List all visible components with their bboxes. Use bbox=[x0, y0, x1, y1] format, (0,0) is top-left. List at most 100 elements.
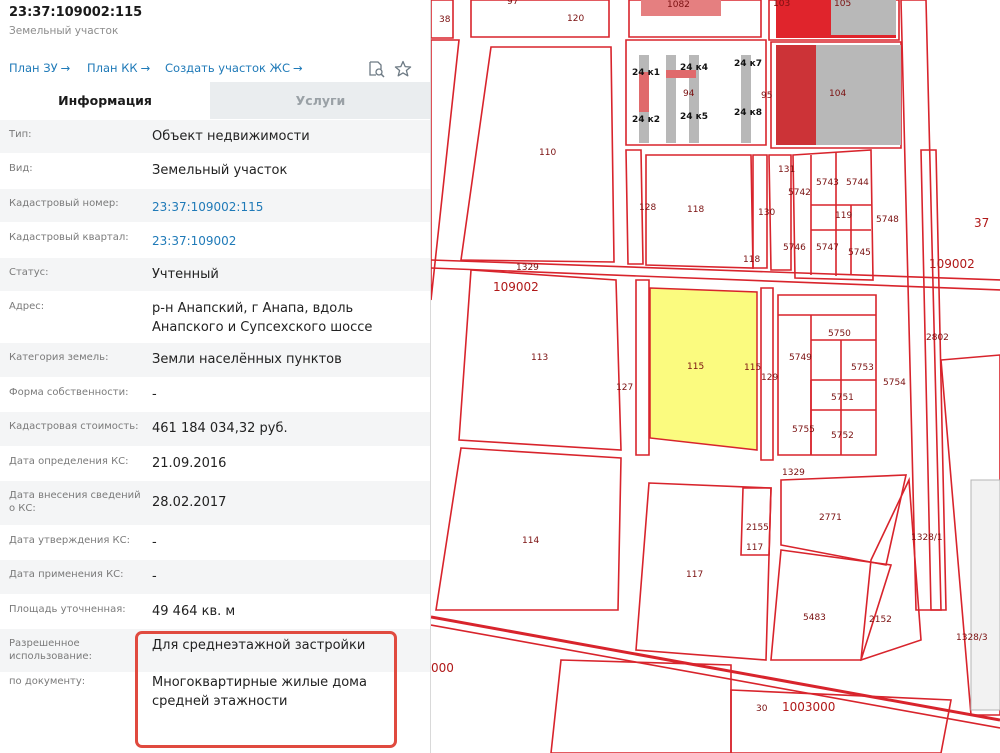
property-row-kind: Вид: Земельный участок bbox=[0, 153, 430, 188]
svg-text:118: 118 bbox=[743, 255, 760, 265]
search-document-icon[interactable] bbox=[366, 59, 386, 79]
svg-text:5748: 5748 bbox=[876, 215, 899, 225]
property-value: 28.02.2017 bbox=[152, 495, 227, 510]
tab-information[interactable]: Информация bbox=[0, 82, 210, 119]
property-row-application-date: Дата применения КС: - bbox=[0, 559, 430, 594]
tab-services[interactable]: Услуги bbox=[210, 82, 430, 119]
svg-text:5744: 5744 bbox=[846, 178, 869, 188]
svg-text:114: 114 bbox=[522, 536, 539, 546]
parcel-127[interactable] bbox=[635, 279, 650, 456]
svg-text:127: 127 bbox=[616, 383, 633, 393]
svg-text:113: 113 bbox=[531, 353, 548, 363]
svg-text:24 к7: 24 к7 bbox=[734, 59, 762, 69]
property-value: р-н Анапский, г Анапа, вдоль Анапского и… bbox=[152, 301, 373, 335]
svg-text:120: 120 bbox=[567, 14, 584, 24]
svg-text:118: 118 bbox=[687, 205, 704, 215]
svg-text:24 к2: 24 к2 bbox=[632, 115, 660, 125]
svg-text:37: 37 bbox=[974, 216, 989, 230]
map-canvas[interactable]: 38 120 97 1082 103 105 24 к1 24 к4 24 к7… bbox=[431, 0, 1000, 753]
property-row-cadastral-quarter: Кадастровый квартал: 23:37:109002 bbox=[0, 222, 430, 257]
svg-text:5749: 5749 bbox=[789, 353, 812, 363]
cadastral-quarter-link[interactable]: 23:37:109002 bbox=[152, 232, 422, 251]
svg-text:1003000: 1003000 bbox=[782, 700, 835, 714]
svg-text:5745: 5745 bbox=[848, 248, 871, 258]
property-label: по документу: bbox=[9, 676, 86, 687]
cadastral-map[interactable]: 38 120 97 1082 103 105 24 к1 24 к4 24 к7… bbox=[431, 0, 1000, 753]
parcel-117[interactable] bbox=[635, 482, 772, 661]
svg-text:5754: 5754 bbox=[883, 378, 906, 388]
svg-text:5746: 5746 bbox=[783, 243, 806, 253]
property-value: - bbox=[152, 569, 157, 584]
svg-text:2802: 2802 bbox=[926, 333, 949, 343]
panel-header: 23:37:109002:115 Земельный участок bbox=[0, 0, 430, 56]
property-row-status: Статус: Учтенный bbox=[0, 257, 430, 291]
property-list: Тип: Объект недвижимости Вид: Земельный … bbox=[0, 119, 430, 732]
property-row-permitted-use: Разрешенное использование: Для среднеэта… bbox=[0, 628, 430, 672]
svg-text:1329: 1329 bbox=[782, 468, 805, 478]
parcel-120[interactable] bbox=[470, 0, 610, 38]
property-label: Дата утверждения КС: bbox=[9, 535, 130, 546]
svg-text:119: 119 bbox=[835, 211, 852, 221]
property-row-by-document: по документу: Многоквартирные жилые дома… bbox=[0, 672, 430, 732]
svg-text:5747: 5747 bbox=[816, 243, 839, 253]
svg-text:5483: 5483 bbox=[803, 613, 826, 623]
svg-text:104: 104 bbox=[829, 89, 846, 99]
star-icon[interactable] bbox=[393, 59, 413, 79]
info-panel: 23:37:109002:115 Земельный участок План … bbox=[0, 0, 431, 753]
svg-text:5751: 5751 bbox=[831, 393, 854, 403]
parcel-2802[interactable] bbox=[900, 0, 942, 611]
property-label: Разрешенное использование: bbox=[9, 638, 92, 662]
parcel-114[interactable] bbox=[435, 447, 622, 611]
property-label: Дата применения КС: bbox=[9, 569, 124, 580]
plan-zu-link[interactable]: План ЗУ → bbox=[9, 61, 70, 75]
svg-text:24 к4: 24 к4 bbox=[680, 63, 708, 73]
svg-text:2155: 2155 bbox=[746, 523, 769, 533]
svg-text:1328/3: 1328/3 bbox=[956, 633, 988, 643]
svg-text:24 к8: 24 к8 bbox=[734, 108, 762, 118]
svg-text:5743: 5743 bbox=[816, 178, 839, 188]
property-value: - bbox=[152, 387, 157, 402]
svg-text:2771: 2771 bbox=[819, 513, 842, 523]
parcel-title: 23:37:109002:115 bbox=[9, 5, 143, 20]
svg-text:2152: 2152 bbox=[869, 615, 892, 625]
svg-text:1082: 1082 bbox=[667, 0, 690, 10]
svg-text:38: 38 bbox=[439, 15, 451, 25]
svg-text:103: 103 bbox=[773, 0, 790, 9]
plan-kk-link[interactable]: План КК → bbox=[87, 61, 150, 75]
property-row-land-category: Категория земель: Земли населённых пункт… bbox=[0, 342, 430, 377]
svg-text:95: 95 bbox=[761, 91, 772, 101]
svg-text:5752: 5752 bbox=[831, 431, 854, 441]
property-value: 21.09.2016 bbox=[152, 456, 227, 471]
svg-text:110: 110 bbox=[539, 148, 556, 158]
property-row-approval-date: Дата утверждения КС: - bbox=[0, 525, 430, 559]
svg-text:5750: 5750 bbox=[828, 329, 851, 339]
property-label: Кадастровая стоимость: bbox=[9, 421, 139, 432]
svg-text:105: 105 bbox=[834, 0, 851, 9]
svg-text:30: 30 bbox=[756, 704, 768, 714]
svg-text:24 к5: 24 к5 bbox=[680, 112, 708, 122]
property-value: - bbox=[152, 535, 157, 550]
parcel-5483[interactable] bbox=[770, 549, 893, 661]
svg-text:5753: 5753 bbox=[851, 363, 874, 373]
property-value: Учтенный bbox=[152, 267, 219, 282]
action-links: План ЗУ → План КК → Создать участок ЖС → bbox=[0, 56, 430, 82]
cadastral-number-link[interactable]: 23:37:109002:115 bbox=[152, 198, 422, 217]
svg-text:117: 117 bbox=[746, 543, 763, 553]
parcel-2771[interactable] bbox=[780, 474, 908, 566]
svg-text:115: 115 bbox=[744, 363, 761, 373]
svg-text:5755: 5755 bbox=[792, 425, 815, 435]
svg-text:1328/1: 1328/1 bbox=[911, 533, 943, 543]
property-value: Земли населённых пунктов bbox=[152, 352, 342, 367]
property-row-valuation-date: Дата определения КС: 21.09.2016 bbox=[0, 446, 430, 480]
panel-tabs: Информация Услуги bbox=[0, 82, 430, 119]
svg-text:5742: 5742 bbox=[788, 188, 811, 198]
property-value: Земельный участок bbox=[152, 163, 288, 178]
property-label: Категория земель: bbox=[9, 352, 109, 363]
parcel-110[interactable] bbox=[460, 46, 615, 263]
svg-text:000: 000 bbox=[431, 661, 454, 675]
svg-text:130: 130 bbox=[758, 208, 775, 218]
svg-text:128: 128 bbox=[639, 203, 656, 213]
property-value: 49 464 кв. м bbox=[152, 604, 236, 619]
property-row-entry-date: Дата внесения сведений о КС: 28.02.2017 bbox=[0, 480, 430, 525]
create-plot-link[interactable]: Создать участок ЖС → bbox=[165, 61, 303, 75]
